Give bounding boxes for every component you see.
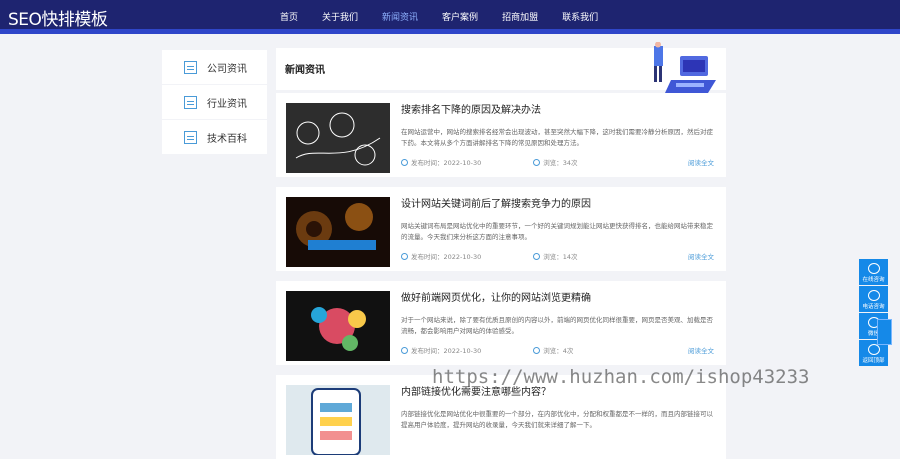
top-navigation-bar: SEO快排模板 首页 关于我们 新闻资讯 客户案例 招商加盟 联系我们 [0, 0, 900, 34]
document-icon [184, 130, 197, 144]
publish-date: 发布时间：2022-10-30 [411, 253, 482, 261]
news-header: 新闻资讯 [276, 42, 726, 93]
nav-news[interactable]: 新闻资讯 [382, 10, 418, 23]
article-meta: 发布时间：2022-10-30 浏览：34次 [401, 157, 721, 167]
document-icon [184, 60, 197, 74]
site-logo[interactable]: SEO快排模板 [8, 5, 108, 30]
article-summary: 在网站运营中，网站的搜索排名经常会出现波动，甚至突然大幅下降，这时我们需要冷静分… [401, 128, 713, 147]
sidebar-item-label: 公司资讯 [207, 63, 247, 75]
phone-icon[interactable] [877, 319, 892, 345]
publish-date: 发布时间：2022-10-30 [411, 347, 482, 355]
page-title: 新闻资讯 [285, 65, 325, 76]
sidebar-item-label: 技术百科 [207, 133, 247, 145]
article-thumbnail[interactable] [286, 385, 390, 455]
main-navigation: 首页 关于我们 新闻资讯 客户案例 招商加盟 联系我们 [280, 10, 622, 23]
watermark-text: https://www.huzhan.com/ishop43233 [432, 366, 810, 388]
article-meta: 发布时间：2022-10-30 浏览：14次 [401, 251, 721, 261]
read-more-link[interactable]: 阅读全文 [688, 345, 714, 355]
document-icon [184, 95, 197, 109]
article-title[interactable]: 设计网站关键词前后了解搜索竞争力的原因 [401, 195, 591, 210]
article-meta: 发布时间：2022-10-30 浏览：4次 [401, 345, 721, 355]
eye-icon [533, 158, 541, 166]
online-consult-button[interactable]: 在线咨询 [859, 259, 888, 285]
view-count: 浏览：14次 [543, 253, 578, 261]
article-summary: 对于一个网站来说，除了要有优质且原创的内容以外，前端的网页优化同样很重要，网页是… [401, 316, 713, 335]
sidebar-item-industry-news[interactable]: 行业资讯 [162, 85, 267, 119]
clock-icon [401, 158, 408, 166]
article-thumbnail[interactable] [286, 103, 390, 173]
article-title[interactable]: 做好前端网页优化，让你的网站浏览更精确 [401, 289, 591, 304]
nav-cases[interactable]: 客户案例 [442, 10, 478, 23]
view-count: 浏览：34次 [543, 159, 578, 167]
clock-icon [401, 252, 408, 260]
article-card[interactable]: 搜索排名下降的原因及解决办法 在网站运营中，网站的搜索排名经常会出现波动，甚至突… [276, 93, 726, 177]
clock-icon [401, 346, 408, 354]
article-thumbnail[interactable] [286, 291, 390, 361]
article-summary: 网站关键词布局是网站优化中的重要环节，一个好的关键词规划能让网站更快获得排名，也… [401, 222, 713, 241]
sidebar-item-label: 行业资讯 [207, 98, 247, 110]
article-title[interactable]: 搜索排名下降的原因及解决办法 [401, 101, 541, 116]
article-thumbnail[interactable] [286, 197, 390, 267]
article-card[interactable]: 做好前端网页优化，让你的网站浏览更精确 对于一个网站来说，除了要有优质且原创的内… [276, 281, 726, 365]
publish-date: 发布时间：2022-10-30 [411, 159, 482, 167]
view-count: 浏览：4次 [543, 347, 574, 355]
article-summary: 内部链接优化是网站优化中很重要的一个部分，在内部优化中，分配和权重都是不一样的，… [401, 410, 713, 429]
phone-consult-button[interactable]: 电话咨询 [859, 286, 888, 312]
nav-join[interactable]: 招商加盟 [502, 10, 538, 23]
read-more-link[interactable]: 阅读全文 [688, 157, 714, 167]
sidebar-item-company-news[interactable]: 公司资讯 [162, 50, 267, 84]
nav-contact[interactable]: 联系我们 [562, 10, 598, 23]
read-more-link[interactable]: 阅读全文 [688, 251, 714, 261]
eye-icon [533, 346, 541, 354]
sidebar-item-tech-wiki[interactable]: 技术百科 [162, 120, 267, 154]
article-card[interactable]: 设计网站关键词前后了解搜索竞争力的原因 网站关键词布局是网站优化中的重要环节，一… [276, 187, 726, 271]
category-sidebar: 公司资讯 行业资讯 技术百科 [162, 50, 267, 155]
floating-contact-bar: 在线咨询 电话咨询 微信 返回顶部 [859, 259, 888, 367]
eye-icon [533, 252, 541, 260]
nav-home[interactable]: 首页 [280, 10, 298, 23]
nav-about[interactable]: 关于我们 [322, 10, 358, 23]
